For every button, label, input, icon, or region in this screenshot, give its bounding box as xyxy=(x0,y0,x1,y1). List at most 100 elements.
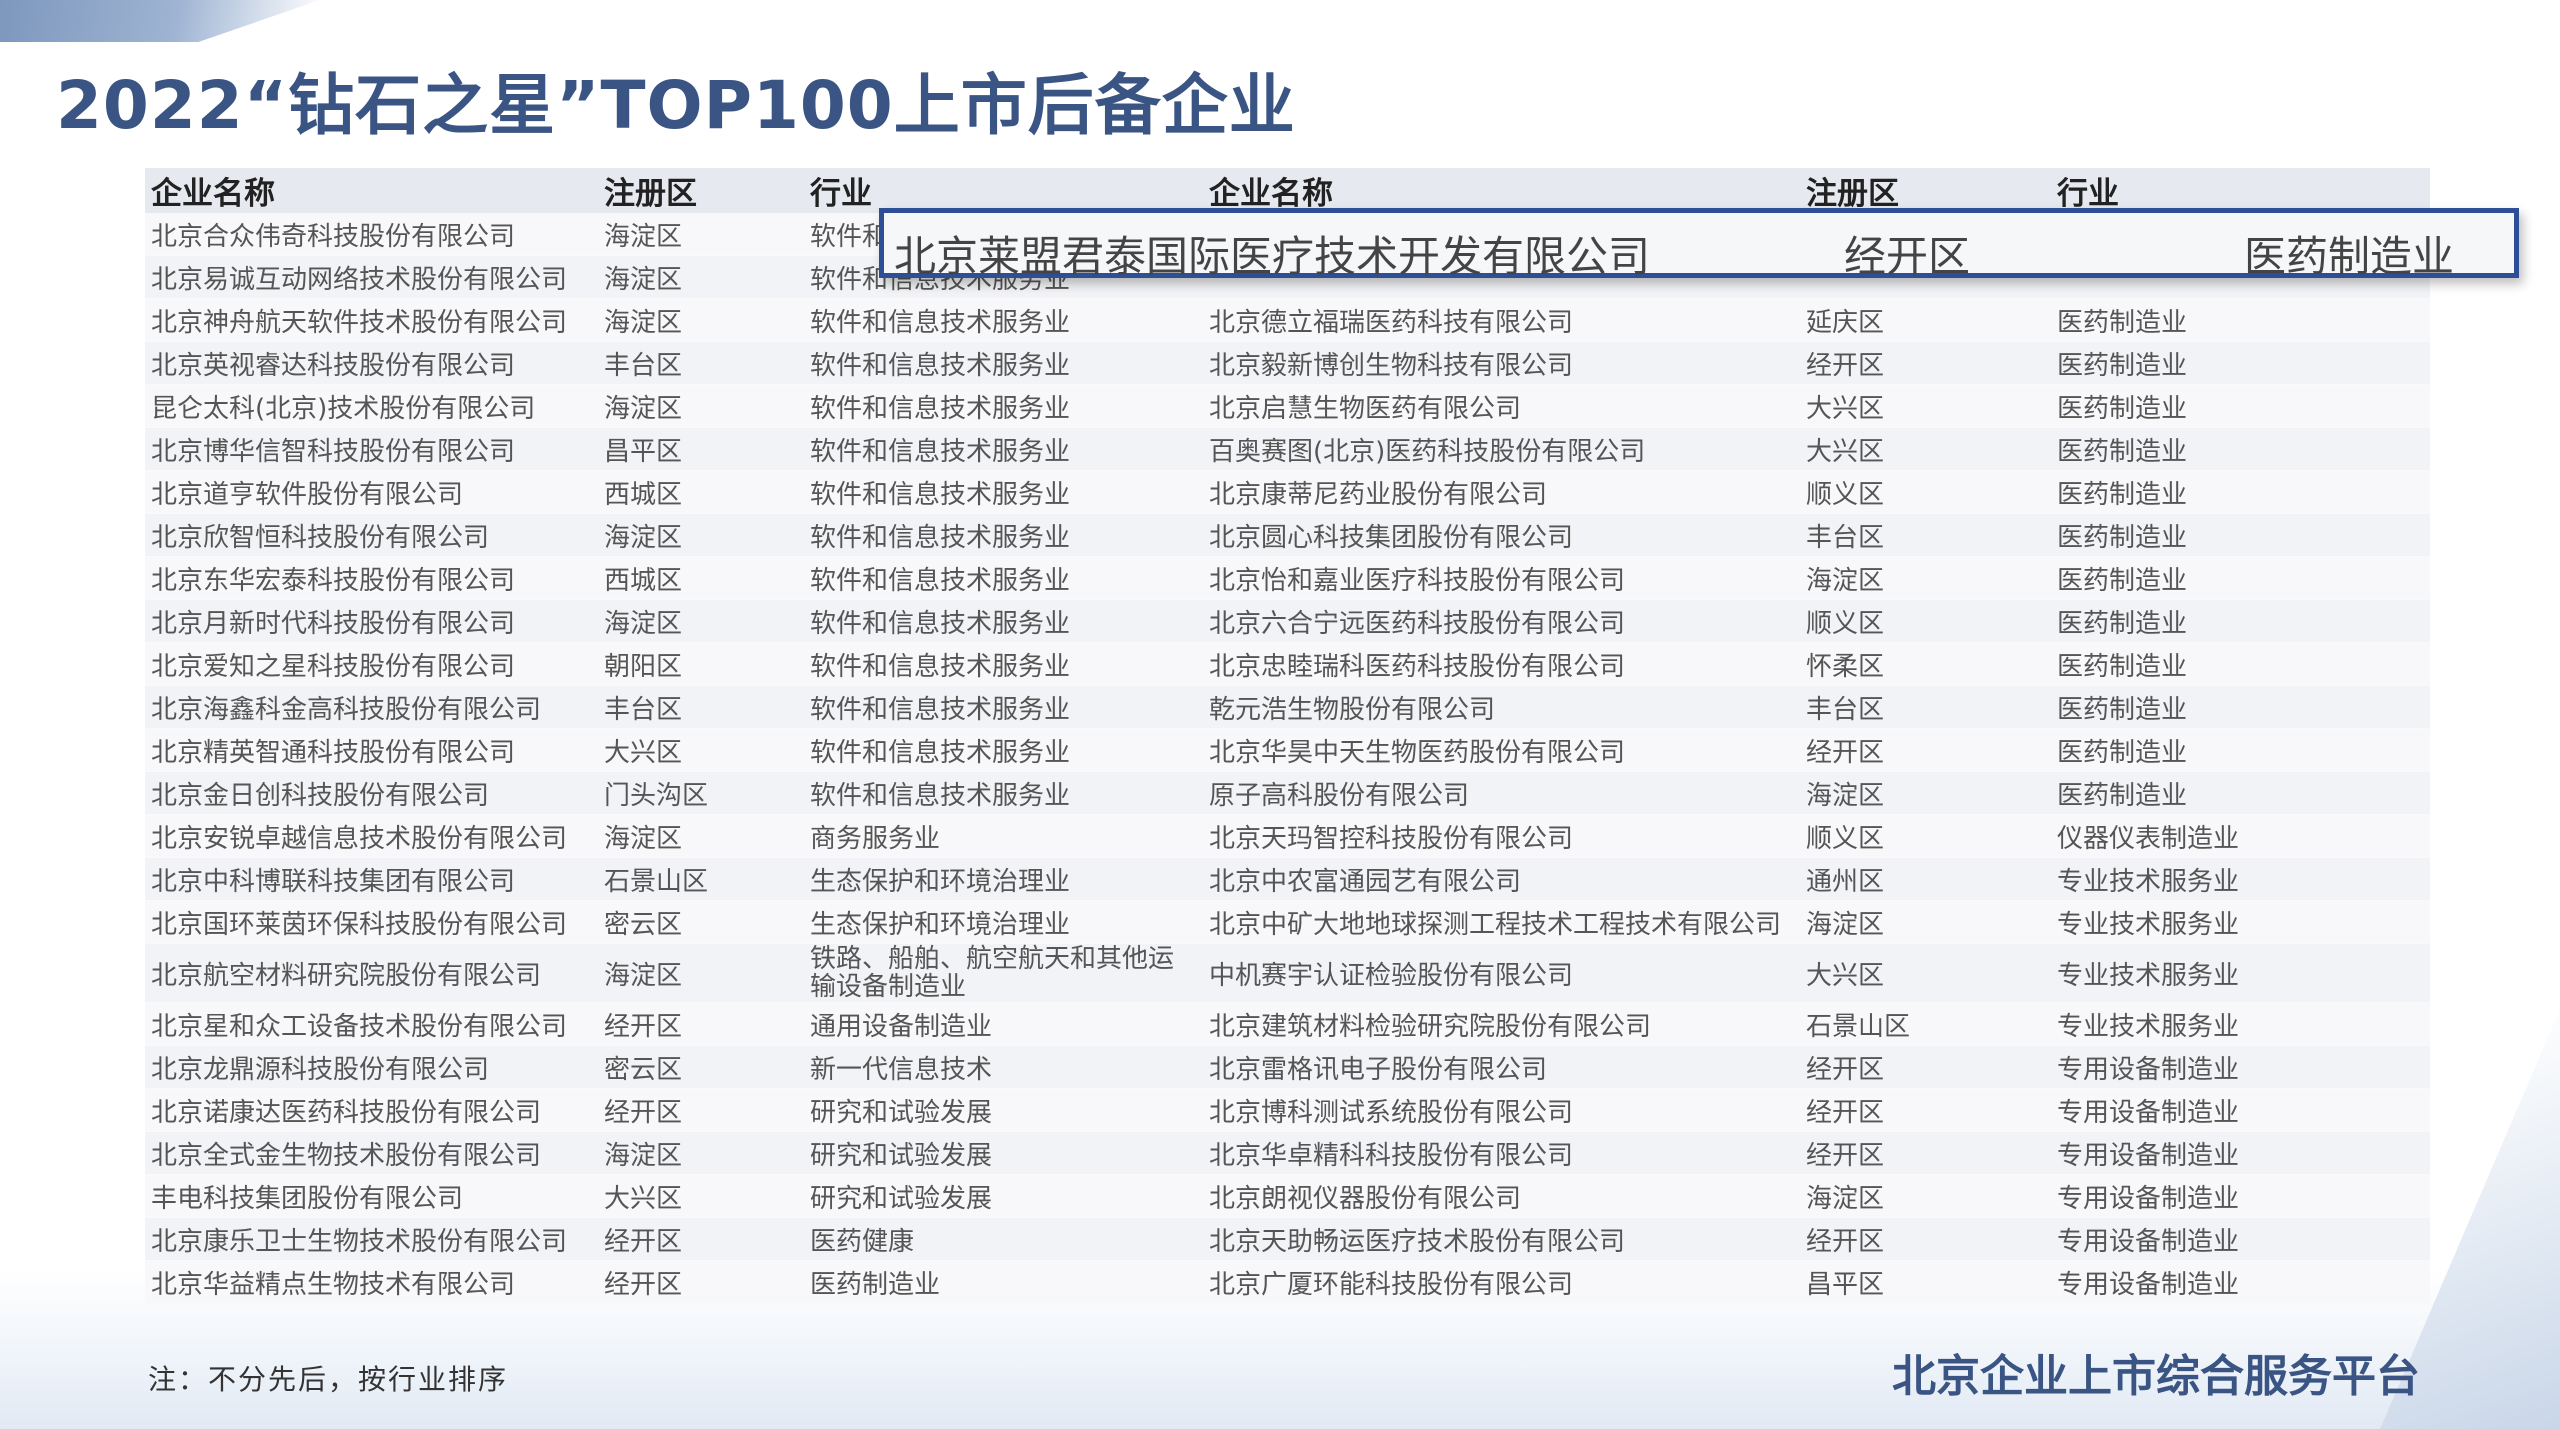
cell-company-name: 北京全式金生物技术股份有限公司 xyxy=(145,1131,598,1175)
table-row: 北京爱知之星科技股份有限公司 朝阳区 软件和信息技术服务业 北京忠睦瑞科医药科技股份有… xyxy=(145,642,2430,686)
cell-company-name-2: 北京六合宁远医药科技股份有限公司 xyxy=(1203,599,1800,643)
cell-industry-2: 医药制造业 xyxy=(2051,771,2430,815)
cell-industry-2: 专用设备制造业 xyxy=(2051,1045,2430,1089)
cell-company-name-2: 原子高科股份有限公司 xyxy=(1203,771,1800,815)
company-table: 企业名称 注册区 行业 企业名称 注册区 行业 北京合众伟奇科技股份有限公司 海淀… xyxy=(145,168,2430,1304)
cell-industry-2: 医药制造业 xyxy=(2051,470,2430,514)
cell-company-name-2: 中机赛宇认证检验股份有限公司 xyxy=(1203,943,1800,1003)
cell-industry-2: 专用设备制造业 xyxy=(2051,1217,2430,1261)
cell-district: 海淀区 xyxy=(598,213,804,256)
cell-industry: 软件和信息技术服务业 xyxy=(804,427,1203,471)
cell-industry-2: 医药制造业 xyxy=(2051,728,2430,772)
table-row: 北京龙鼎源科技股份有限公司 密云区 新一代信息技术 北京雷格讯电子股份有限公司 经开区专… xyxy=(145,1045,2430,1089)
cell-company-name: 北京英视睿达科技股份有限公司 xyxy=(145,341,598,385)
cell-company-name: 北京华益精点生物技术有限公司 xyxy=(145,1260,598,1304)
cell-district-2: 经开区 xyxy=(1800,1217,2051,1261)
cell-industry-2: 专用设备制造业 xyxy=(2051,1260,2430,1304)
cell-company-name: 北京诺康达医药科技股份有限公司 xyxy=(145,1088,598,1132)
cell-company-name: 北京国环莱茵环保科技股份有限公司 xyxy=(145,900,598,944)
cell-district: 海淀区 xyxy=(598,1131,804,1175)
cell-district-2: 大兴区 xyxy=(1800,384,2051,428)
table-row: 北京全式金生物技术股份有限公司 海淀区 研究和试验发展 北京华卓精科科技股份有限公司经… xyxy=(145,1131,2430,1175)
header-industry: 行业 xyxy=(804,168,1203,213)
table-row: 昆仑太科(北京)技术股份有限公司 海淀区 软件和信息技术服务业 北京启慧生物医药有限公… xyxy=(145,384,2430,428)
cell-industry-2: 医药制造业 xyxy=(2051,642,2430,686)
cell-company-name-2: 北京华昊中天生物医药股份有限公司 xyxy=(1203,728,1800,772)
cell-district-2: 顺义区 xyxy=(1800,814,2051,858)
cell-district: 西城区 xyxy=(598,470,804,514)
cell-company-name: 北京金日创科技股份有限公司 xyxy=(145,771,598,815)
cell-company-name: 北京康乐卫士生物技术股份有限公司 xyxy=(145,1217,598,1261)
highlight-company-name: 北京莱盟君泰国际医疗技术开发有限公司 xyxy=(894,232,1651,281)
cell-company-name: 北京合众伟奇科技股份有限公司 xyxy=(145,213,598,256)
cell-district-2: 大兴区 xyxy=(1800,943,2051,1003)
table-row: 北京星和众工设备技术股份有限公司 经开区 通用设备制造业 北京建筑材料检验研究院股份有… xyxy=(145,1002,2430,1046)
cell-district-2: 海淀区 xyxy=(1800,900,2051,944)
cell-company-name: 北京欣智恒科技股份有限公司 xyxy=(145,513,598,557)
cell-district: 海淀区 xyxy=(598,298,804,342)
cell-industry: 软件和信息技术服务业 xyxy=(804,771,1203,815)
cell-industry: 生态保护和环境治理业 xyxy=(804,900,1203,944)
cell-industry: 生态保护和环境治理业 xyxy=(804,857,1203,901)
cell-industry: 软件和信息技术服务业 xyxy=(804,599,1203,643)
cell-company-name: 北京中科博联科技集团有限公司 xyxy=(145,857,598,901)
cell-industry-2: 专业技术服务业 xyxy=(2051,857,2430,901)
cell-industry: 医药制造业 xyxy=(804,1260,1203,1304)
header-industry-2: 行业 xyxy=(2051,168,2430,213)
highlight-district: 经开区 xyxy=(1844,232,1971,281)
cell-industry-2: 医药制造业 xyxy=(2051,556,2430,600)
cell-company-name: 北京爱知之星科技股份有限公司 xyxy=(145,642,598,686)
table-row: 北京英视睿达科技股份有限公司 丰台区 软件和信息技术服务业 北京毅新博创生物科技有限公… xyxy=(145,341,2430,385)
table-row: 北京金日创科技股份有限公司 门头沟区 软件和信息技术服务业 原子高科股份有限公司 海淀区… xyxy=(145,771,2430,815)
cell-district: 西城区 xyxy=(598,556,804,600)
cell-industry: 研究和试验发展 xyxy=(804,1131,1203,1175)
highlighted-row-callout: 北京莱盟君泰国际医疗技术开发有限公司 经开区 医药制造业 xyxy=(879,208,2519,281)
cell-district-2: 海淀区 xyxy=(1800,556,2051,600)
cell-industry: 软件和信息技术服务业 xyxy=(804,728,1203,772)
cell-industry: 新一代信息技术 xyxy=(804,1045,1203,1089)
cell-district: 海淀区 xyxy=(598,599,804,643)
cell-industry: 软件和信息技术服务业 xyxy=(804,642,1203,686)
cell-district: 密云区 xyxy=(598,900,804,944)
cell-company-name: 北京神舟航天软件技术股份有限公司 xyxy=(145,298,598,342)
table-row: 北京欣智恒科技股份有限公司 海淀区 软件和信息技术服务业 北京圆心科技集团股份有限公司… xyxy=(145,513,2430,557)
cell-company-name-2: 北京朗视仪器股份有限公司 xyxy=(1203,1174,1800,1218)
table-row: 北京神舟航天软件技术股份有限公司 海淀区 软件和信息技术服务业 北京德立福瑞医药科技有… xyxy=(145,298,2430,342)
cell-company-name: 北京精英智通科技股份有限公司 xyxy=(145,728,598,772)
cell-district-2: 海淀区 xyxy=(1800,771,2051,815)
cell-district-2: 昌平区 xyxy=(1800,1260,2051,1304)
cell-industry-2: 仪器仪表制造业 xyxy=(2051,814,2430,858)
cell-district: 经开区 xyxy=(598,1088,804,1132)
cell-district: 经开区 xyxy=(598,1217,804,1261)
cell-district: 丰台区 xyxy=(598,341,804,385)
platform-name: 北京企业上市综合服务平台 xyxy=(1892,1351,2420,1402)
cell-district-2: 丰台区 xyxy=(1800,685,2051,729)
cell-district: 海淀区 xyxy=(598,384,804,428)
cell-company-name: 北京东华宏泰科技股份有限公司 xyxy=(145,556,598,600)
cell-industry: 软件和信息技术服务业 xyxy=(804,384,1203,428)
cell-industry: 软件和信息技术服务业 xyxy=(804,341,1203,385)
table-header-row: 企业名称 注册区 行业 企业名称 注册区 行业 xyxy=(145,168,2430,213)
cell-company-name-2: 北京建筑材料检验研究院股份有限公司 xyxy=(1203,1002,1800,1046)
table-row: 北京月新时代科技股份有限公司 海淀区 软件和信息技术服务业 北京六合宁远医药科技股份有… xyxy=(145,599,2430,643)
cell-company-name: 北京道亨软件股份有限公司 xyxy=(145,470,598,514)
cell-district-2: 石景山区 xyxy=(1800,1002,2051,1046)
cell-district: 昌平区 xyxy=(598,427,804,471)
table-row: 北京东华宏泰科技股份有限公司 西城区 软件和信息技术服务业 北京怡和嘉业医疗科技股份有… xyxy=(145,556,2430,600)
cell-industry-2: 专用设备制造业 xyxy=(2051,1174,2430,1218)
table-row: 北京华益精点生物技术有限公司 经开区 医药制造业 北京广厦环能科技股份有限公司 昌平区专… xyxy=(145,1260,2430,1304)
cell-industry: 软件和信息技术服务业 xyxy=(804,556,1203,600)
cell-industry-2: 专用设备制造业 xyxy=(2051,1088,2430,1132)
cell-industry: 软件和信息技术服务业 xyxy=(804,298,1203,342)
cell-district-2: 怀柔区 xyxy=(1800,642,2051,686)
table-row: 北京中科博联科技集团有限公司 石景山区 生态保护和环境治理业 北京中农富通园艺有限公司… xyxy=(145,857,2430,901)
cell-district: 海淀区 xyxy=(598,943,804,1003)
cell-district: 经开区 xyxy=(598,1260,804,1304)
cell-company-name: 北京星和众工设备技术股份有限公司 xyxy=(145,1002,598,1046)
cell-district-2: 经开区 xyxy=(1800,728,2051,772)
header-company-name: 企业名称 xyxy=(145,168,598,213)
table-row: 北京海鑫科金高科技股份有限公司 丰台区 软件和信息技术服务业 乾元浩生物股份有限公司丰… xyxy=(145,685,2430,729)
cell-company-name-2: 北京博科测试系统股份有限公司 xyxy=(1203,1088,1800,1132)
table-row: 北京诺康达医药科技股份有限公司 经开区 研究和试验发展 北京博科测试系统股份有限公司经… xyxy=(145,1088,2430,1132)
cell-company-name-2: 北京毅新博创生物科技有限公司 xyxy=(1203,341,1800,385)
